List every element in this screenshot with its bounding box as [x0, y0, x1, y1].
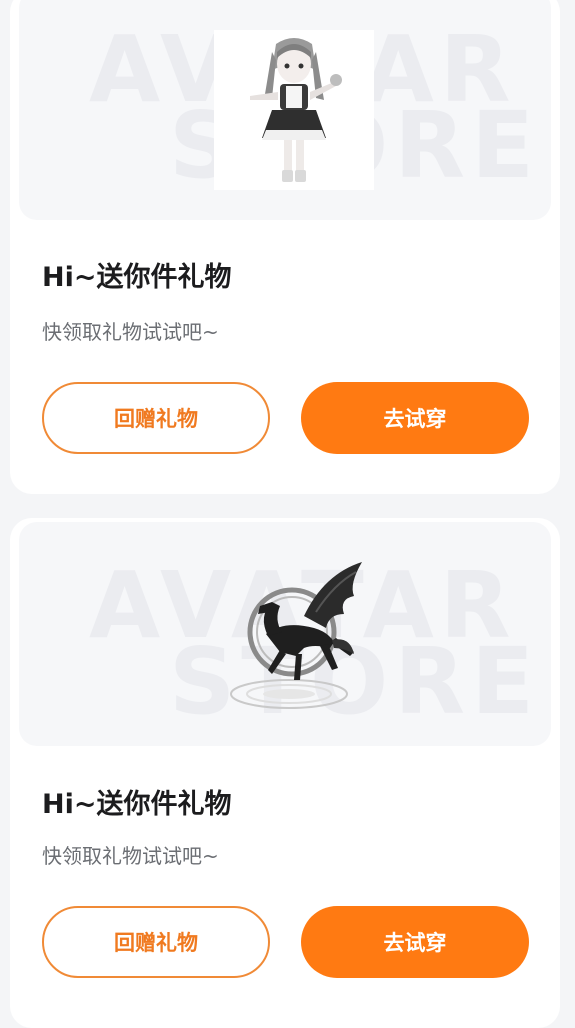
gift-preview[interactable]: AVATAR STORE — [19, 522, 551, 746]
gift-preview[interactable]: AVATAR STORE — [19, 0, 551, 220]
gift-title: Hi~送你件礼物 — [42, 789, 232, 820]
gift-card: AVATAR STORE — [10, 0, 560, 494]
gift-subtitle: 快领取礼物试试吧~ — [42, 844, 219, 868]
try-on-button[interactable]: 去试穿 — [301, 906, 529, 978]
return-gift-button[interactable]: 回赠礼物 — [42, 382, 270, 454]
gift-card: AVATAR STORE — [10, 518, 560, 1028]
doll-figure-icon — [214, 30, 374, 190]
return-gift-button[interactable]: 回赠礼物 — [42, 906, 270, 978]
try-on-button[interactable]: 去试穿 — [301, 382, 529, 454]
gift-subtitle: 快领取礼物试试吧~ — [42, 320, 219, 344]
gift-title: Hi~送你件礼物 — [42, 262, 232, 293]
winged-horse-icon — [184, 544, 404, 729]
